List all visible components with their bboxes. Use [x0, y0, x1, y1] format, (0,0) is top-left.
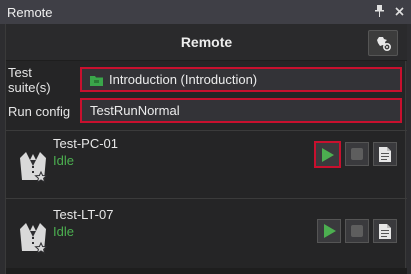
run-config-field[interactable]: TestRunNormal — [80, 98, 402, 123]
machine-row[interactable]: Test-LT-07 Idle — [6, 207, 407, 271]
play-icon — [323, 224, 336, 238]
test-suites-field[interactable]: Introduction (Introduction) — [80, 67, 402, 92]
titlebar-buttons — [373, 4, 405, 18]
window-title: Remote — [7, 4, 53, 20]
close-icon[interactable] — [393, 4, 405, 18]
log-button[interactable] — [373, 142, 397, 166]
test-suites-value: Introduction (Introduction) — [109, 72, 258, 87]
stop-button[interactable] — [345, 219, 369, 243]
log-button[interactable] — [373, 219, 397, 243]
tester-avatar-icon — [16, 215, 50, 255]
machine-actions — [317, 219, 397, 243]
machine-actions — [314, 141, 397, 168]
play-icon — [322, 147, 334, 162]
play-button[interactable] — [314, 141, 341, 168]
log-icon — [379, 223, 391, 239]
run-config-value: TestRunNormal — [90, 103, 180, 118]
pin-icon[interactable] — [373, 4, 385, 18]
machine-status: Idle — [53, 153, 74, 168]
panel-header: Remote — [6, 24, 407, 61]
stop-icon — [351, 148, 363, 160]
stop-icon — [351, 225, 363, 237]
folder-icon — [90, 74, 103, 86]
panel-footer — [6, 268, 407, 274]
stop-button[interactable] — [345, 142, 369, 166]
test-suites-row: Test suite(s) Introduction (Introduction… — [6, 64, 407, 96]
panel-body: Remote Test suite(s) Introduction (Intro… — [5, 24, 407, 274]
test-suites-label: Test suite(s) — [8, 65, 51, 95]
play-button[interactable] — [317, 219, 341, 243]
machine-name: Test-LT-07 — [53, 207, 114, 222]
settings-button[interactable] — [368, 30, 398, 56]
tester-avatar-icon — [16, 144, 50, 184]
window-titlebar: Remote — [0, 0, 411, 24]
settings-icon — [377, 37, 392, 52]
divider — [6, 198, 407, 199]
log-icon — [379, 146, 391, 162]
remote-panel: Remote Remote Test suite(s) Introduction… — [0, 0, 411, 274]
run-config-label: Run config — [8, 103, 71, 119]
machine-name: Test-PC-01 — [53, 136, 119, 151]
run-config-row: Run config TestRunNormal — [6, 95, 407, 127]
panel-header-title: Remote — [180, 34, 233, 50]
machine-row[interactable]: Test-PC-01 Idle — [6, 136, 407, 200]
machine-status: Idle — [53, 224, 74, 239]
divider — [6, 130, 407, 131]
